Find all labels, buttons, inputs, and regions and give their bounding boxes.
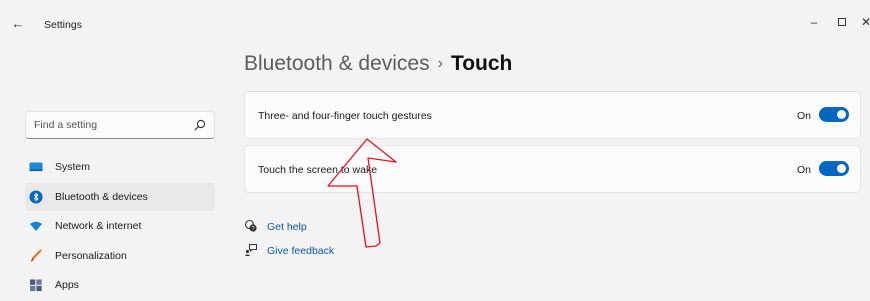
setting-label: Touch the screen to wake (258, 164, 378, 176)
search-icon (194, 119, 206, 131)
search-input[interactable]: Find a setting (25, 111, 215, 139)
breadcrumb: Bluetooth & devices › Touch (244, 52, 512, 76)
toggle-state-label: On (796, 110, 811, 122)
title-bar: ← Settings – ✕ (0, 0, 870, 44)
sidebar-item-label: Bluetooth & devices (55, 190, 148, 203)
wifi-icon (30, 221, 42, 231)
page-title: Touch (450, 52, 513, 75)
bluetooth-icon (29, 190, 43, 203)
search-placeholder: Find a setting (34, 119, 98, 131)
sidebar-item-label: Personalization (55, 249, 127, 262)
back-arrow-icon[interactable]: ← (8, 14, 28, 34)
give-feedback-label[interactable]: Give feedback (267, 245, 334, 257)
setting-label: Three- and four-finger touch gestures (258, 110, 432, 122)
toggle-state-label: On (796, 164, 811, 176)
sidebar-nav: System Bluetooth & devices Network & int… (25, 153, 215, 301)
close-button[interactable]: ✕ (852, 10, 870, 34)
minimize-button[interactable]: – (800, 10, 828, 34)
sidebar-item-bluetooth[interactable]: Bluetooth & devices (25, 182, 215, 211)
brush-icon (31, 248, 42, 261)
sidebar-item-label: Apps (55, 279, 79, 291)
sidebar-item-network[interactable]: Network & internet (25, 212, 215, 240)
settings-window: ← Settings – ✕ Bluetooth & devices › Touch… (0, 0, 870, 301)
sidebar-item-apps[interactable]: Apps (25, 271, 215, 299)
system-icon (29, 162, 43, 172)
breadcrumb-parent[interactable]: Bluetooth & devices (244, 52, 430, 75)
svg-text:?: ? (251, 226, 254, 232)
maximize-icon (838, 18, 846, 26)
breadcrumb-separator: › (437, 55, 443, 72)
setting-touch-to-wake[interactable]: Touch the screen to wake On (244, 145, 861, 193)
sidebar-item-label: Network & internet (55, 220, 142, 232)
toggle-knob (837, 110, 846, 119)
help-icon: ? (244, 219, 257, 232)
apps-icon (30, 279, 42, 292)
touch-gestures-toggle[interactable] (819, 107, 849, 122)
app-title: Settings (44, 19, 82, 31)
sidebar-item-label: System (55, 161, 91, 173)
toggle-knob (837, 164, 846, 173)
sidebar-item-personalization[interactable]: Personalization (25, 242, 215, 270)
touch-to-wake-toggle[interactable] (819, 161, 849, 176)
get-help-label[interactable]: Get help (267, 221, 307, 233)
setting-touch-gestures[interactable]: Three- and four-finger touch gestures On (244, 91, 861, 139)
sidebar-item-system[interactable]: System (25, 153, 215, 181)
feedback-icon (244, 244, 257, 256)
